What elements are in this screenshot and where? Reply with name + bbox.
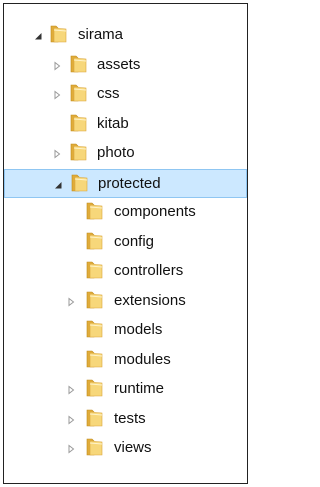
triangle-collapsed-icon[interactable] [66,414,76,425]
tree-item-label: modules [114,350,171,368]
folder-icon [69,84,89,102]
tree-item-label: css [97,85,120,102]
tree-item-assets[interactable]: assets [4,51,247,80]
tree-item-views[interactable]: views [4,434,247,463]
tree-item-label: views [114,439,152,456]
tree-item-runtime[interactable]: runtime [4,375,247,404]
tree-item-label: photo [97,144,135,161]
folder-icon [85,409,105,427]
folder-icon [85,291,105,309]
tree-item-extensions[interactable]: extensions [4,287,247,316]
folder-icon [70,174,90,192]
tree-item-label: config [114,232,155,250]
tree-item-label: kitab [97,114,129,132]
tree-item-label: sirama [78,26,124,43]
triangle-expanded-icon[interactable] [53,180,63,190]
triangle-collapsed-icon[interactable] [66,444,76,454]
tree-item-photo[interactable]: photo [4,139,247,168]
tree-item-controllers[interactable]: controllers [4,257,247,286]
folder-icon [69,55,89,73]
tree-item-label: protected [98,174,161,192]
folder-icon [49,25,69,43]
tree-item-components[interactable]: components [4,198,247,227]
tree-item-css[interactable]: css [4,80,247,109]
tree-item-modules[interactable]: modules [4,346,247,375]
tree-item-label: assets [97,55,141,73]
folder-icon [69,114,89,132]
triangle-collapsed-icon[interactable] [52,149,62,159]
folder-icon [85,350,105,368]
triangle-collapsed-icon[interactable] [52,60,62,71]
folder-icon [85,438,105,456]
tree-item-label: models [114,321,163,338]
tree-item-protected[interactable]: protected [4,168,247,198]
tree-item-label: tests [114,409,146,427]
tree-item-label: extensions [114,291,186,309]
folder-icon [85,232,105,250]
folder-icon [69,143,89,161]
folder-tree-panel: sirama assets css kitab photo protected compon… [3,3,248,484]
triangle-collapsed-icon[interactable] [52,90,62,100]
tree-item-label: controllers [114,262,184,279]
folder-icon [85,261,105,279]
tree-item-tests[interactable]: tests [4,405,247,434]
folder-icon [85,202,105,220]
tree-item-label: components [114,203,196,220]
folder-icon [85,379,105,397]
folder-icon [85,320,105,338]
tree-item-config[interactable]: config [4,228,247,257]
tree-item-models[interactable]: models [4,316,247,345]
triangle-collapsed-icon[interactable] [66,385,76,395]
triangle-expanded-icon[interactable] [33,31,43,41]
tree-item-kitab[interactable]: kitab [4,110,247,139]
triangle-collapsed-icon[interactable] [66,296,76,307]
tree-item-label: runtime [114,380,165,397]
tree-item-sirama[interactable]: sirama [4,21,247,50]
